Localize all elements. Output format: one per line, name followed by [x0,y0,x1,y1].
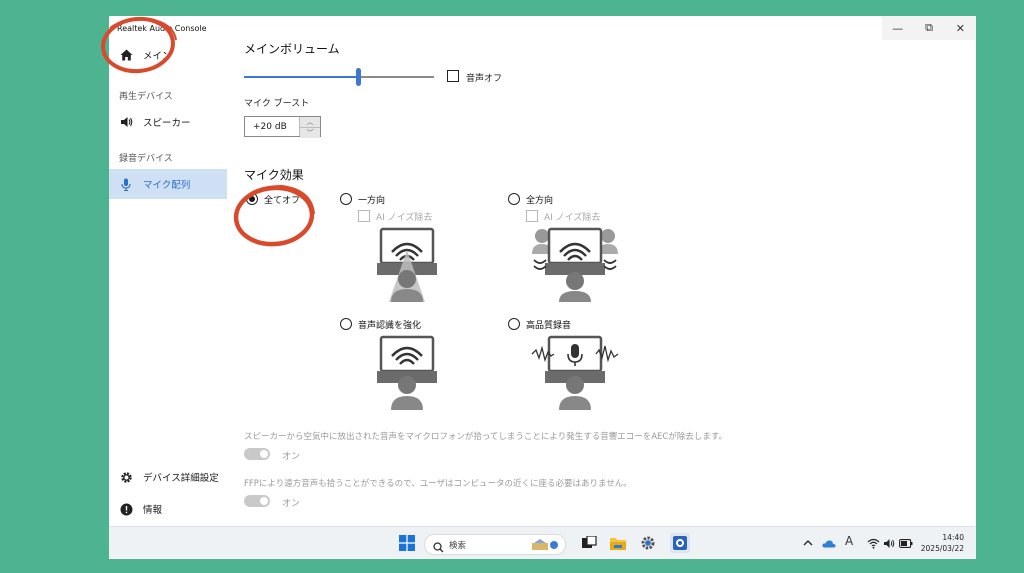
mic-boost-stepper[interactable]: +20 dB ︿ ﹀ [244,116,321,138]
volume-title: メインボリューム [244,42,340,56]
chevron-down-icon[interactable]: ﹀ [300,128,320,138]
hq-recording-illustration [531,335,619,410]
ai-noise-label: AI ノイズ除去 [376,213,433,223]
radio-hq-recording[interactable] [508,318,520,330]
mic-effects-title: マイク効果 [244,168,304,182]
battery-icon[interactable] [898,535,914,551]
ime-indicator[interactable]: A [845,534,853,548]
sidebar-item-main[interactable]: メイン [109,40,227,70]
sidebar-item-label: スピーカー [143,118,191,129]
speaker-icon [119,115,133,129]
one-direction-illustration [377,227,437,302]
ai-noise-label: AI ノイズ除去 [544,213,601,223]
search-highlight-icon [531,537,559,556]
chevron-up-icon[interactable] [800,535,816,551]
sidebar-item-mic-array[interactable]: マイク配列 [109,169,227,199]
option-speech-enhance-label: 音声認識を強化 [358,321,422,331]
sidebar-item-info[interactable]: 情報 [109,494,227,524]
radio-all-off[interactable] [246,193,258,205]
recording-section-label: 録音デバイス [119,154,173,164]
option-hq-recording-label: 高品質録音 [526,321,572,331]
home-icon [119,48,133,62]
aec-toggle-label: オン [282,452,301,462]
app-title: Realtek Audio Console [117,24,207,33]
radio-speech-enhance[interactable] [340,318,352,330]
taskbar-clock[interactable]: 14:40 2025/03/22 [921,532,964,554]
radio-one-direction[interactable] [340,193,352,205]
search-icon [433,538,444,557]
option-omni-label: 全方向 [526,196,554,206]
aec-toggle[interactable] [244,448,270,460]
app-window: Realtek Audio Console メイン 再生デバイス スピーカー 録… [109,16,976,559]
mic-boost-value: +20 dB [253,121,287,132]
windows-start-icon[interactable] [399,535,415,551]
sidebar: Realtek Audio Console メイン 再生デバイス スピーカー 録… [109,16,227,526]
playback-section-label: 再生デバイス [119,92,173,102]
task-view-icon[interactable] [581,535,597,551]
onedrive-cloud-icon[interactable] [821,535,837,551]
sidebar-item-label: マイク配列 [143,180,191,191]
wifi-icon[interactable] [865,535,881,551]
volume-slider-thumb[interactable] [356,68,361,86]
taskbar: 検索 A 14:40 2025/03/22 [109,526,976,559]
speech-enhance-illustration [377,335,437,410]
ffp-description: FFPにより遠方音声も拾うことができるので、ユーザはコンピュータの近くに座る必要… [244,479,632,489]
search-placeholder: 検索 [449,541,467,551]
volume-slider-fill [244,76,358,78]
option-all-off-label: 全てオフ [264,196,301,206]
sidebar-item-label: メイン [143,51,172,62]
omni-illustration [532,227,618,302]
clock-date: 2025/03/22 [920,544,964,553]
clock-time: 14:40 [942,533,964,542]
realtek-app-icon[interactable] [670,533,690,553]
sidebar-item-label: デバイス詳細設定 [143,473,219,484]
sidebar-item-device-settings[interactable]: デバイス詳細設定 [109,462,227,492]
microphone-icon [119,177,133,191]
file-explorer-icon[interactable] [610,535,626,551]
aec-description: スピーカーから空気中に放出された音声をマイクロフォンが拾ってしまうことにより発生… [244,432,728,442]
taskbar-search-box[interactable]: 検索 [424,534,566,555]
ffp-toggle[interactable] [244,495,270,507]
ai-noise-checkbox-omni[interactable] [526,210,538,222]
settings-gear-icon[interactable] [640,535,656,551]
mute-label: 音声オフ [466,74,503,84]
ffp-toggle-label: オン [282,499,301,509]
gear-icon [119,470,133,484]
mute-checkbox[interactable] [447,70,459,82]
option-one-direction-label: 一方向 [358,196,386,206]
volume-slider[interactable] [244,68,434,86]
ai-noise-checkbox-one-direction[interactable] [358,210,370,222]
chevron-up-icon[interactable]: ︿ [300,117,320,128]
volume-icon[interactable] [881,535,897,551]
info-icon [119,502,133,516]
main-content: メインボリューム 音声オフ マイク ブースト +20 dB ︿ ﹀ マイク効果 … [244,16,964,526]
sidebar-item-speaker[interactable]: スピーカー [109,107,227,137]
radio-omni[interactable] [508,193,520,205]
sidebar-item-label: 情報 [143,505,163,516]
mic-boost-label: マイク ブースト [244,99,310,109]
